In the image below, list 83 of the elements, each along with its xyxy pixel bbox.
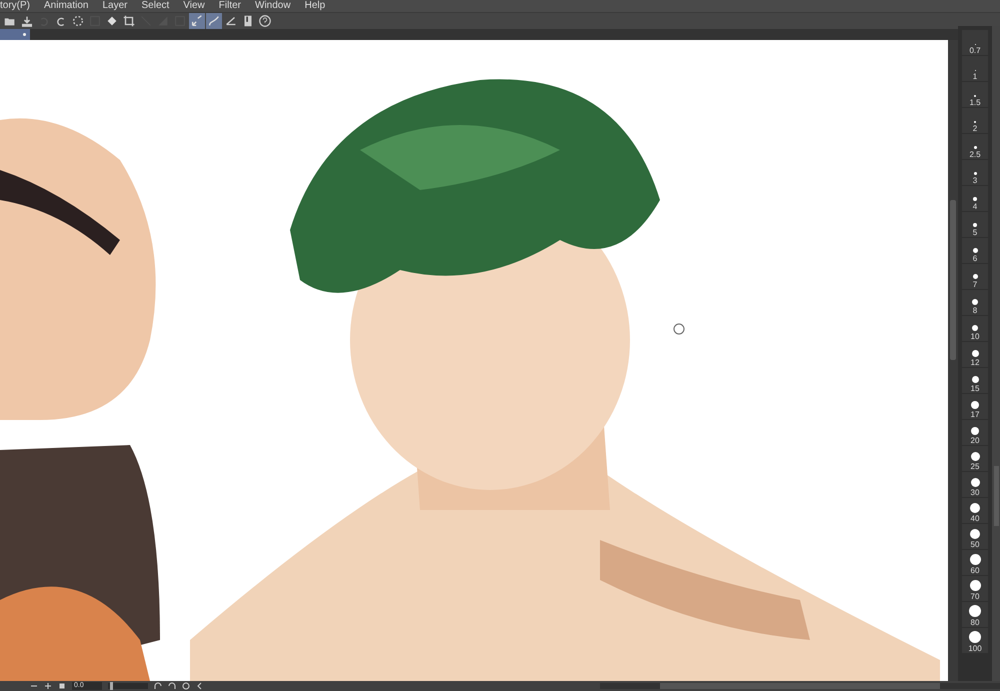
brush-size-button[interactable]: 2.5 [962, 134, 988, 159]
brush-size-button[interactable]: 25 [962, 446, 988, 471]
brush-size-button[interactable]: 15 [962, 368, 988, 393]
brush-size-button[interactable]: 2 [962, 108, 988, 133]
brush-size-button[interactable]: 1 [962, 56, 988, 81]
brush-size-button[interactable]: 40 [962, 498, 988, 523]
select-icon [71, 14, 85, 28]
save-icon [20, 14, 34, 28]
brush-size-button[interactable]: 0.7 [962, 30, 988, 55]
select-tool-button[interactable] [70, 13, 86, 29]
brush-dot-icon [972, 248, 978, 253]
brush-size-button[interactable]: 6 [962, 238, 988, 263]
plus-icon [44, 682, 52, 690]
fit-button[interactable] [58, 682, 66, 690]
brush-dot-icon [971, 427, 979, 435]
brush-size-button[interactable]: 70 [962, 576, 988, 601]
brush-dot-icon [973, 223, 977, 227]
help-tool-button[interactable] [257, 13, 273, 29]
brush-dot-icon [969, 631, 981, 643]
brush-dot-icon [970, 554, 980, 565]
help-icon [258, 14, 272, 28]
zoom-in-button[interactable] [44, 682, 52, 690]
brush-size-button[interactable]: 1.5 [962, 82, 988, 107]
scrollbar-thumb[interactable] [994, 466, 998, 526]
brush-dot-icon [970, 503, 980, 513]
brush-size-button[interactable]: 80 [962, 602, 988, 627]
brush-dot-icon [972, 376, 978, 383]
menu-item[interactable]: Help [304, 0, 340, 12]
brush-size-button[interactable]: 10 [962, 316, 988, 341]
flip-button[interactable] [196, 682, 204, 690]
curve-tool-button[interactable] [206, 13, 222, 29]
brush-dot-icon [970, 478, 980, 487]
chevron-icon [196, 682, 204, 690]
slash-icon [139, 14, 153, 28]
brush-size-button[interactable]: 7 [962, 264, 988, 289]
document-tab[interactable] [0, 29, 30, 40]
brush-dot-icon [973, 197, 977, 201]
brush-size-button[interactable]: 60 [962, 550, 988, 575]
rotate-left-icon [154, 682, 162, 690]
circle-icon [182, 682, 190, 690]
brush-size-button[interactable]: 8 [962, 290, 988, 315]
brush-size-button[interactable]: 100 [962, 628, 988, 653]
scrollbar-thumb[interactable] [950, 200, 956, 360]
menu-item[interactable]: tory(P) [0, 0, 44, 12]
menu-item[interactable]: Filter [218, 0, 256, 12]
brush-dot-icon [971, 401, 979, 409]
menu-item[interactable]: Animation [44, 0, 102, 12]
brush-dot-icon [974, 146, 976, 149]
reset-rotation-button[interactable] [182, 682, 190, 690]
brush-dot-icon [969, 605, 981, 617]
brush-size-button[interactable]: 20 [962, 420, 988, 445]
brush-size-button[interactable]: 4 [962, 186, 988, 211]
brush-dot-icon [972, 325, 978, 331]
brush-dot-icon [970, 452, 980, 461]
brush-cursor-icon [673, 323, 685, 335]
crop-tool-button[interactable] [121, 13, 137, 29]
rotate-left-button[interactable] [154, 682, 162, 690]
brush-size-button[interactable]: 17 [962, 394, 988, 419]
square-icon [173, 14, 187, 28]
brush-dot-icon [972, 274, 978, 279]
menu-item[interactable]: Window [255, 0, 305, 12]
square-icon [88, 14, 102, 28]
slider-thumb[interactable] [110, 682, 113, 690]
square-icon [58, 682, 66, 690]
brush-dot-icon [972, 350, 978, 357]
brush-size-button[interactable]: 3 [962, 160, 988, 185]
curve-icon [207, 14, 221, 28]
rotate-right-button[interactable] [168, 682, 176, 690]
menu-item[interactable]: Layer [102, 0, 142, 12]
brush-size-button[interactable]: 5 [962, 212, 988, 237]
rotate-right-icon [168, 682, 176, 690]
brush-size-button[interactable]: 50 [962, 524, 988, 549]
brush-dot-icon [970, 580, 980, 591]
brush-dot-icon [972, 299, 978, 305]
menu-item[interactable]: View [183, 0, 219, 12]
brush-size-button[interactable]: 30 [962, 472, 988, 497]
menu-item[interactable]: Select [141, 0, 184, 12]
brush-dot-icon [974, 172, 976, 175]
crop-icon [122, 14, 136, 28]
brush-dot-icon [970, 529, 980, 539]
ruler-icon [224, 14, 238, 28]
brush-size-button[interactable]: 12 [962, 342, 988, 367]
scrollbar-thumb[interactable] [660, 683, 940, 689]
